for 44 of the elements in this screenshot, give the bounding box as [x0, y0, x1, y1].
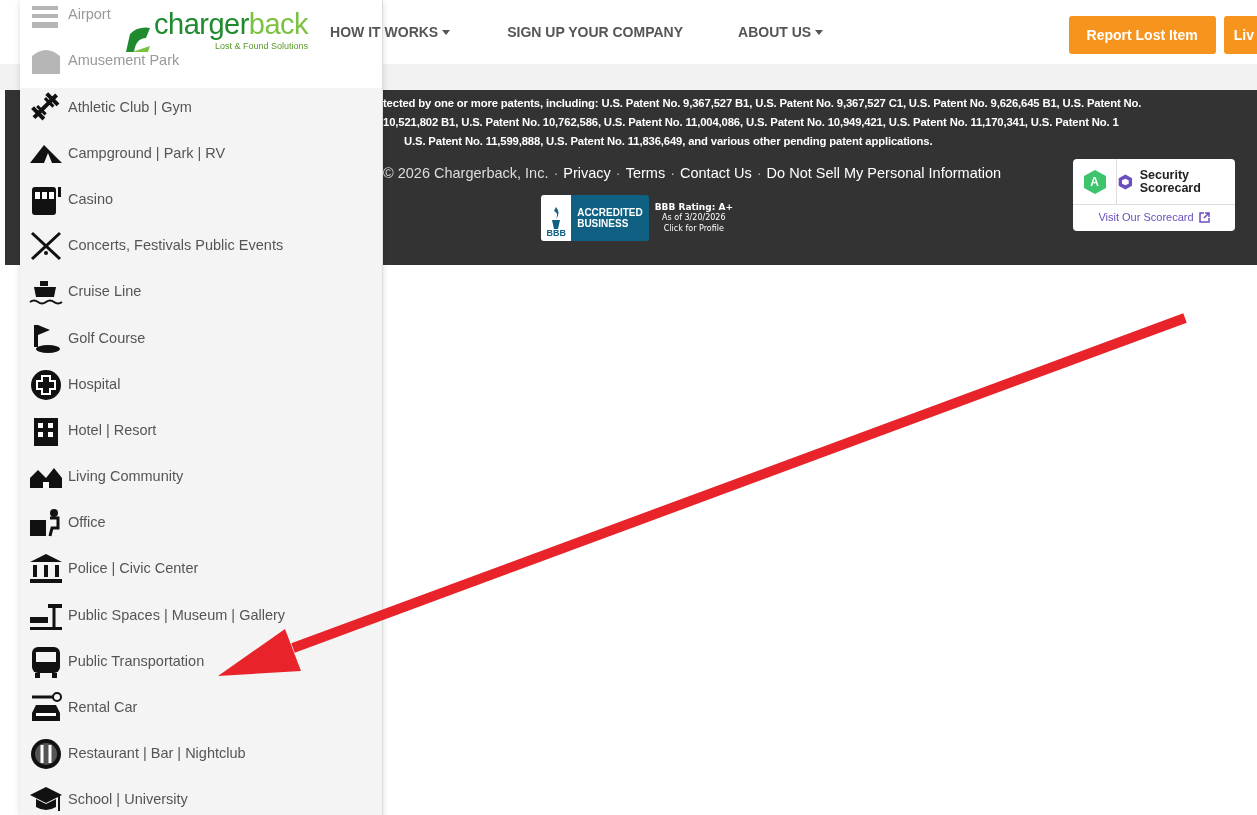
menu-item[interactable]: Casino: [20, 176, 114, 223]
scorecard-card: A Security Scorecard Visit Our Scorecard: [1073, 159, 1235, 231]
menu-item[interactable]: School | University: [20, 777, 188, 815]
footer-link[interactable]: Contact Us: [680, 165, 752, 181]
menu-item[interactable]: Rental Car: [20, 684, 138, 731]
menu-item[interactable]: Public Transportation: [20, 638, 205, 685]
separator-text: ·: [615, 165, 621, 181]
footer-link[interactable]: Do Not Sell My Personal Information: [766, 165, 1002, 181]
menu-item[interactable]: Restaurant | Bar | Nightclub: [20, 731, 246, 778]
medical-cross-icon: [28, 367, 64, 402]
footer-link[interactable]: Terms: [625, 165, 666, 181]
footer-link[interactable]: Privacy: [563, 165, 611, 181]
menu-item[interactable]: Living Community: [20, 453, 184, 501]
menu-item[interactable]: Golf Course: [20, 315, 146, 362]
patent-text: tected by one or more patents, including: U.S. Patent No. 9,367,527 B1, U.S. Patent No. 9,367,527 C1, U.S. Patent No. 9,626,645 B1, U.S. Patent No.: [383, 96, 1143, 111]
menu-item[interactable]: Concerts, Festivals Public Events: [20, 222, 284, 270]
copyright-text: © 2026 Chargerback, Inc.: [383, 165, 549, 181]
patent-text: U.S. Patent No. 11,599,888, U.S. Patent No. 11,836,649, and various other pending patent applications.: [403, 134, 934, 149]
scorecard-title: Security Scorecard: [1139, 169, 1202, 194]
menu-item[interactable]: Office: [20, 500, 106, 547]
nav-link[interactable]: ABOUT US: [738, 21, 824, 43]
menu-item[interactable]: Public Spaces | Museum | Gallery: [20, 592, 286, 639]
bbb-rating: BBB Rating: A+: [654, 201, 733, 212]
menu-item[interactable]: Hotel | Resort: [20, 407, 157, 454]
logo-tagline: Lost & Found Solutions: [214, 40, 309, 54]
patent-text: 10,521,802 B1, U.S. Patent No. 10,762,586, U.S. Patent No. 11,004,086, U.S. Patent No. 10,949,421, U.S. Patent No. 11,170,341, U.S. Patent No. 1: [383, 115, 1120, 130]
menu-item[interactable]: Cruise Line: [20, 269, 142, 316]
separator-text: ·: [553, 165, 559, 181]
bbb-badge[interactable]: BBB ACCREDITED BUSINESS: [541, 194, 649, 241]
grade-hexagon-icon: [1083, 169, 1106, 194]
menu-item[interactable]: Police | Civic Center: [20, 546, 199, 593]
nav-link[interactable]: SIGN UP YOUR COMPANY: [507, 21, 683, 43]
menu-item[interactable]: Campground | Park | RV: [20, 130, 226, 177]
separator-text: ·: [670, 165, 675, 181]
plate-utensils-icon: [28, 737, 64, 772]
logo-text[interactable]: chargerback: [154, 10, 309, 40]
bbb-date: As of 3/20/2026: [661, 213, 727, 224]
bbb-profile-link[interactable]: Click for Profile: [654, 223, 733, 234]
separator-text: ·: [756, 165, 762, 181]
external-link-icon: [1198, 212, 1210, 223]
scorecard-link[interactable]: Visit Our Scorecard: [1073, 205, 1235, 230]
menu-item[interactable]: Hospital: [20, 361, 121, 408]
menu-item[interactable]: Athletic Club | Gym: [20, 84, 192, 131]
nav-link[interactable]: HOW IT WORKS: [330, 21, 451, 43]
